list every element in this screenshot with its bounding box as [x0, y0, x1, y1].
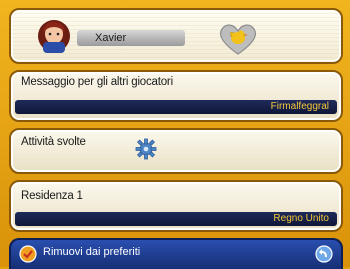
activities-card[interactable]: Attività svolte	[9, 128, 343, 174]
player-avatar	[38, 20, 70, 53]
back-icon[interactable]	[315, 245, 333, 263]
remove-favorites-bar[interactable]: Rimuovi dai preferiti	[9, 238, 343, 269]
message-label: Messaggio per gli altri giocatori	[21, 76, 173, 88]
activities-label: Attività svolte	[21, 136, 86, 148]
residence-value: Regno Unito	[273, 213, 329, 224]
residence-card[interactable]: Residenza 1 Regno Unito	[9, 180, 343, 232]
residence-value-bar: Regno Unito	[15, 212, 337, 226]
remove-favorite-icon	[19, 245, 37, 263]
residence-label: Residenza 1	[21, 190, 83, 202]
message-card[interactable]: Messaggio per gli altri giocatori Firmal…	[9, 70, 343, 122]
message-value: Firmalfeggral	[270, 101, 329, 112]
heart-bird-badge-icon	[219, 24, 257, 55]
player-name: Xavier	[77, 30, 185, 46]
profile-header: Xavier	[9, 8, 343, 64]
gear-icon	[135, 138, 157, 160]
message-value-bar: Firmalfeggral	[15, 100, 337, 114]
remove-favorites-label: Rimuovi dai preferiti	[43, 246, 141, 258]
profile-frame: Xavier Messaggio per gli altri giocatori…	[0, 0, 350, 269]
